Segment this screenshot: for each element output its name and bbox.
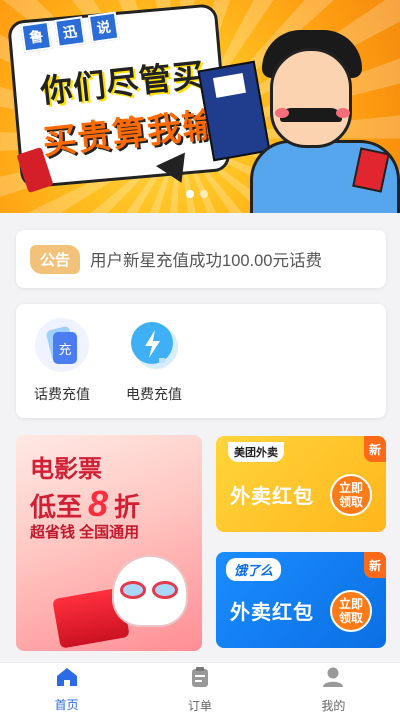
tab-label: 订单 [187, 698, 212, 713]
service-label: 话费充值 [34, 386, 90, 402]
character-head-illustration [270, 48, 352, 148]
glasses-illustration [120, 581, 180, 599]
order-clipboard-icon [190, 666, 210, 693]
tab-label: 首页 [54, 697, 79, 712]
service-label: 电费充值 [126, 386, 182, 402]
phone-recharge-icon: 充 [33, 316, 91, 374]
banner-tag: 说 [87, 11, 120, 44]
meituan-logo: 美团外卖 [228, 442, 284, 462]
promo-movie-discount: 低至 8 折 [30, 483, 140, 525]
carousel-dot [200, 190, 208, 198]
banner-tag: 鲁 [20, 20, 53, 53]
promo-meituan-coupon[interactable]: 美团外卖 外卖红包 立即领取 新 [216, 436, 386, 532]
character-cheek [275, 108, 289, 118]
banner-tag: 迅 [54, 16, 86, 48]
bottom-tab-bar: 首页 订单 我的 [0, 662, 400, 716]
discount-number: 8 [88, 483, 109, 524]
new-badge: 新 [364, 436, 386, 462]
promo-title: 外卖红包 [230, 602, 314, 624]
tab-label: 我的 [321, 698, 346, 713]
service-electricity-recharge[interactable]: 电费充值 [114, 316, 194, 404]
new-badge: 新 [364, 552, 386, 578]
home-icon [56, 667, 78, 692]
discount-prefix: 低至 [30, 492, 83, 522]
character-cheek [336, 108, 350, 118]
hero-banner[interactable]: 鲁 迅 说 你们尽管买 买贵算我输 [0, 0, 400, 213]
claim-button[interactable]: 立即领取 [330, 590, 372, 632]
promo-movie-title: 电影票 [30, 456, 102, 483]
service-phone-recharge[interactable]: 充 话费充值 [22, 316, 102, 404]
announcement-tag: 公告 [30, 244, 81, 274]
announcement-bar[interactable]: 公告 用户新星充值成功100.00元话费 [16, 230, 386, 288]
eleme-logo: 饿了么 [226, 558, 282, 581]
carousel-dot-active [186, 190, 194, 198]
svg-text:充: 充 [58, 342, 71, 358]
tab-profile[interactable]: 我的 [267, 663, 400, 716]
tab-home[interactable]: 首页 [0, 663, 133, 716]
services-panel: 充 话费充值 电费充值 [16, 304, 386, 418]
promo-movie-ticket[interactable]: 电影票 低至 8 折 超省钱 全国通用 [16, 435, 202, 651]
tab-orders[interactable]: 订单 [133, 663, 266, 716]
claim-button[interactable]: 立即领取 [330, 474, 372, 516]
promo-movie-slogan: 超省钱 全国通用 [30, 524, 140, 541]
promo-title: 外卖红包 [230, 486, 314, 508]
announcement-text: 用户新星充值成功100.00元话费 [90, 252, 322, 270]
lightning-icon [125, 316, 183, 374]
user-icon [322, 666, 344, 693]
promo-eleme-coupon[interactable]: 饿了么 外卖红包 立即领取 新 [216, 552, 386, 648]
character-mustache-illustration [280, 108, 342, 122]
carousel-indicator [186, 190, 208, 198]
discount-suffix: 折 [114, 492, 141, 522]
